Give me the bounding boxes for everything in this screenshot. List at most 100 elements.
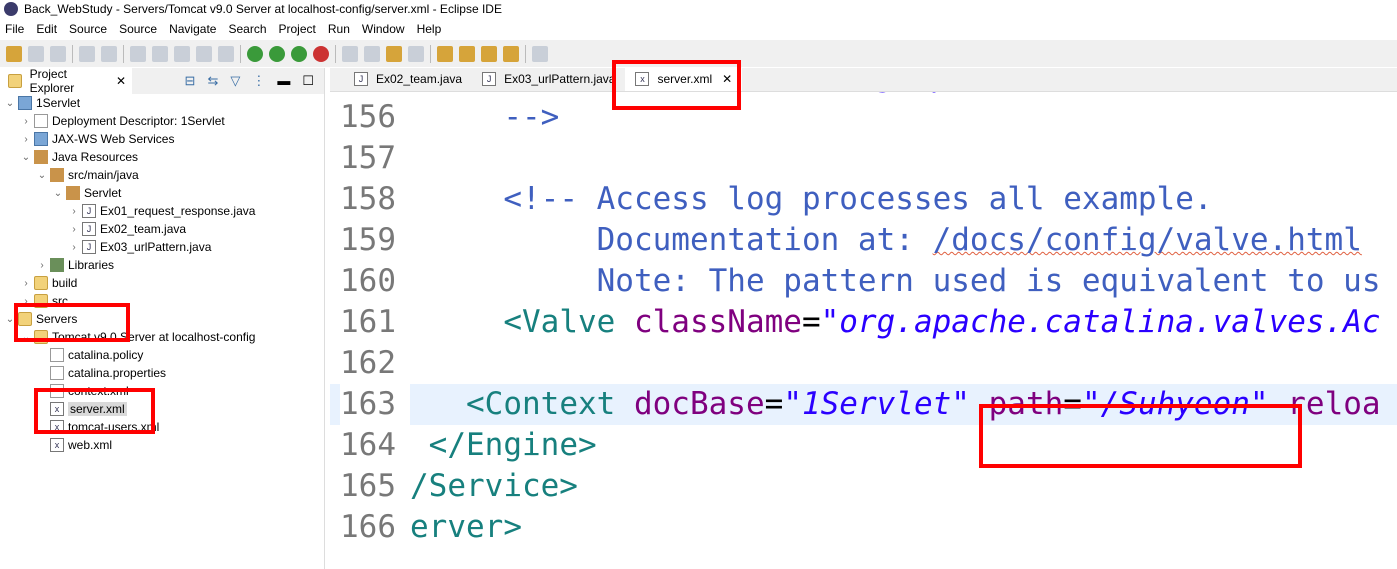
- terminate-icon[interactable]: [174, 45, 190, 62]
- chevron-down-icon[interactable]: ⌄: [4, 98, 16, 109]
- tree-item-label: catalina.policy: [68, 348, 144, 362]
- chevron-right-icon[interactable]: ›: [68, 206, 80, 217]
- menu-help[interactable]: Help: [412, 22, 449, 36]
- tree-item-label: Ex03_urlPattern.java: [100, 240, 212, 254]
- line-number: 159: [340, 222, 396, 258]
- save-icon[interactable]: [28, 45, 44, 62]
- line-number: 162: [340, 345, 396, 381]
- menu-project[interactable]: Project: [274, 22, 323, 36]
- prev-annotation-icon[interactable]: [459, 45, 475, 62]
- line-number: 157: [340, 140, 396, 176]
- code-line: 159 Documentation at: /docs/config/valve…: [330, 220, 1397, 261]
- tree-item-label: web.xml: [68, 438, 113, 452]
- menu-source[interactable]: Source: [64, 22, 114, 36]
- code-text: Documentation at: /docs/config/valve.htm…: [410, 220, 1362, 261]
- tree-item[interactable]: › J Ex01_request_response.java: [0, 202, 324, 220]
- new-java-project-icon[interactable]: [342, 45, 358, 62]
- tree-item[interactable]: ⌄ 1Servlet: [0, 94, 324, 112]
- forward-icon[interactable]: [503, 45, 519, 62]
- tree-item[interactable]: › J Ex02_team.java: [0, 220, 324, 238]
- save-all-icon[interactable]: [50, 45, 66, 62]
- minimize-icon[interactable]: ▬: [277, 73, 290, 89]
- open-type-icon[interactable]: [386, 45, 402, 62]
- tree-item[interactable]: › JAX-WS Web Services: [0, 130, 324, 148]
- code-token: Note: The pattern used is equivalent to …: [596, 263, 1381, 299]
- run-icon[interactable]: [269, 45, 285, 62]
- line-number: 160: [340, 263, 396, 299]
- editor-tab[interactable]: J Ex03_urlPattern.java: [472, 67, 625, 91]
- external-tools-icon[interactable]: [313, 45, 329, 62]
- tree-item[interactable]: catalina.policy: [0, 346, 324, 364]
- resume-icon[interactable]: [130, 45, 146, 62]
- file-icon: J: [354, 72, 368, 86]
- chevron-down-icon[interactable]: ⌄: [52, 188, 64, 199]
- link-with-editor-icon[interactable]: ⇆: [207, 73, 218, 89]
- annotation-box: [14, 303, 130, 342]
- chevron-right-icon[interactable]: ›: [20, 134, 32, 145]
- coverage-icon[interactable]: [291, 45, 307, 62]
- code-line: 157: [330, 138, 1397, 179]
- menu-run[interactable]: Run: [323, 22, 357, 36]
- tree-item[interactable]: › Deployment Descriptor: 1Servlet: [0, 112, 324, 130]
- pkg-icon: [50, 168, 64, 182]
- tree-item[interactable]: x web.xml: [0, 436, 324, 454]
- proj-icon: [18, 96, 32, 110]
- code-line: 158 <!-- Access log processes all exampl…: [330, 179, 1397, 220]
- line-number: 166: [340, 509, 396, 545]
- menu-file[interactable]: File: [0, 22, 31, 36]
- editor-tab-label: Ex02_team.java: [376, 72, 463, 86]
- folder-icon: [34, 276, 48, 290]
- chevron-down-icon[interactable]: ⌄: [36, 170, 48, 181]
- menu-search[interactable]: Search: [223, 22, 273, 36]
- skip-breakpoints-icon[interactable]: [101, 45, 117, 62]
- file-icon: J: [482, 72, 497, 86]
- chevron-right-icon[interactable]: ›: [20, 116, 32, 127]
- tree-item[interactable]: › build: [0, 274, 324, 292]
- code-token: </Engine>: [428, 427, 597, 463]
- collapse-all-icon[interactable]: ⊟: [185, 73, 196, 89]
- editor-tab[interactable]: J Ex02_team.java: [344, 67, 472, 91]
- debug-icon[interactable]: [247, 45, 263, 62]
- separator: [240, 44, 241, 63]
- line-number: 165: [340, 468, 396, 504]
- tree-item[interactable]: ⌄ src/main/java: [0, 166, 324, 184]
- code-token: docBase: [633, 386, 765, 422]
- chevron-right-icon[interactable]: ›: [68, 224, 80, 235]
- menu-window[interactable]: Window: [357, 22, 412, 36]
- terminal-icon[interactable]: [79, 45, 95, 62]
- menu-navigate[interactable]: Navigate: [164, 22, 223, 36]
- proj-icon: [34, 132, 48, 146]
- code-area[interactable]: 155 <Valve className="org.apache.catalin…: [330, 76, 1397, 569]
- editor: J Ex02_team.java J Ex03_urlPattern.java x ser…: [330, 67, 1397, 569]
- tree-item-label: catalina.properties: [68, 366, 167, 380]
- open-perspective-icon[interactable]: [532, 45, 548, 62]
- step-into-icon[interactable]: [196, 45, 212, 62]
- suspend-icon[interactable]: [152, 45, 168, 62]
- tree-item[interactable]: › Libraries: [0, 256, 324, 274]
- maximize-icon[interactable]: ☐: [302, 73, 314, 89]
- search-icon[interactable]: [408, 45, 424, 62]
- menu-source[interactable]: Source: [114, 22, 164, 36]
- code-token: /docs/config/valve.html: [932, 222, 1362, 258]
- chevron-down-icon[interactable]: ⌄: [20, 152, 32, 163]
- separator: [430, 44, 431, 63]
- chevron-right-icon[interactable]: ›: [20, 278, 32, 289]
- new-package-icon[interactable]: [364, 45, 380, 62]
- menu-bar: File Edit Source Source Navigate Search Projec…: [0, 18, 1397, 40]
- chevron-right-icon[interactable]: ›: [68, 242, 80, 253]
- new-icon[interactable]: [6, 45, 22, 62]
- tree-item[interactable]: ⌄ Java Resources: [0, 148, 324, 166]
- menu-edit[interactable]: Edit: [31, 22, 64, 36]
- filter-icon[interactable]: ▽: [230, 73, 240, 89]
- tree-item[interactable]: catalina.properties: [0, 364, 324, 382]
- view-menu-icon[interactable]: ⋮: [252, 73, 265, 89]
- back-icon[interactable]: [481, 45, 497, 62]
- close-icon[interactable]: ✕: [116, 74, 126, 88]
- chevron-right-icon[interactable]: ›: [36, 260, 48, 271]
- tree-item[interactable]: › J Ex03_urlPattern.java: [0, 238, 324, 256]
- step-over-icon[interactable]: [218, 45, 234, 62]
- project-explorer-tab[interactable]: Project Explorer ✕: [0, 67, 132, 95]
- java-icon: J: [82, 222, 96, 236]
- next-annotation-icon[interactable]: [437, 45, 453, 62]
- tree-item[interactable]: ⌄ Servlet: [0, 184, 324, 202]
